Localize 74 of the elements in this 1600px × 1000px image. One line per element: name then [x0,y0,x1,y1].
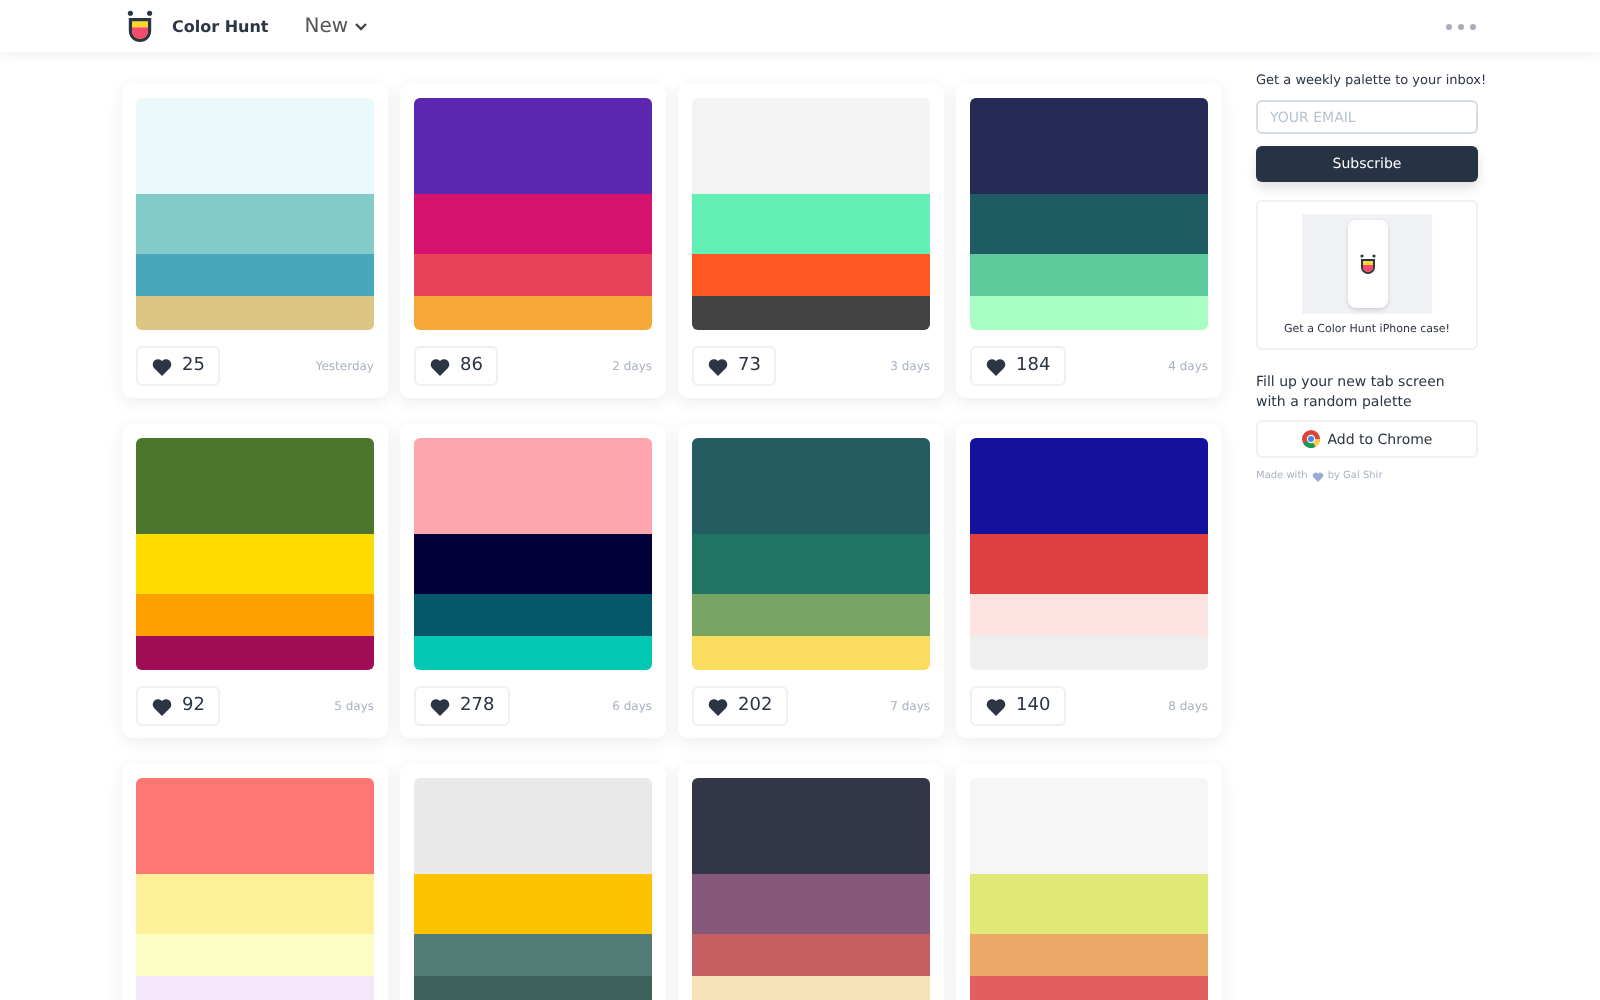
color-swatch[interactable] [136,296,374,330]
heart-icon [430,357,450,375]
color-swatch[interactable] [970,98,1208,194]
like-button[interactable]: 202 [692,686,789,726]
color-swatch[interactable] [136,594,374,636]
color-swatch[interactable] [136,98,374,194]
color-swatch[interactable] [136,636,374,670]
brand-name[interactable]: Color Hunt [172,17,269,35]
color-swatch[interactable] [692,778,930,874]
logo-icon [1357,254,1377,274]
palette-card[interactable] [678,764,944,1000]
color-swatch[interactable] [136,438,374,534]
like-button[interactable]: 92 [136,686,221,726]
color-swatch[interactable] [136,254,374,296]
color-swatch[interactable] [414,98,652,194]
color-swatch[interactable] [970,296,1208,330]
like-button[interactable]: 73 [692,346,777,386]
like-button[interactable]: 86 [414,346,499,386]
color-swatch[interactable] [970,874,1208,934]
like-button[interactable]: 140 [970,686,1067,726]
heart-icon [430,697,450,715]
color-swatch[interactable] [692,874,930,934]
chrome-icon [1301,430,1320,449]
like-button[interactable]: 184 [970,346,1067,386]
color-swatch[interactable] [692,98,930,194]
color-swatch[interactable] [414,874,652,934]
color-swatch[interactable] [970,534,1208,594]
color-swatch[interactable] [414,778,652,874]
heart-icon [986,697,1006,715]
color-swatch[interactable] [136,976,374,1000]
color-swatch[interactable] [414,934,652,976]
color-swatch[interactable] [136,934,374,976]
heart-icon [152,357,172,375]
more-icon[interactable] [1446,23,1476,29]
color-swatch[interactable] [414,194,652,254]
color-swatch[interactable] [692,438,930,534]
palette-card[interactable] [400,764,666,1000]
color-swatch[interactable] [136,778,374,874]
color-swatch[interactable] [136,194,374,254]
color-swatch[interactable] [970,438,1208,534]
color-swatch[interactable] [692,296,930,330]
color-swatch[interactable] [692,254,930,296]
heart-icon [152,697,172,715]
color-swatch[interactable] [692,194,930,254]
color-swatch[interactable] [692,934,930,976]
like-button[interactable]: 25 [136,346,221,386]
color-swatch[interactable] [136,534,374,594]
color-swatch[interactable] [414,296,652,330]
color-swatch[interactable] [970,636,1208,670]
color-swatch[interactable] [692,594,930,636]
color-swatch[interactable] [692,636,930,670]
color-swatch[interactable] [970,254,1208,296]
color-swatch[interactable] [970,194,1208,254]
logo-icon [124,10,156,42]
color-swatch[interactable] [970,934,1208,976]
new-dropdown[interactable]: New [304,15,369,37]
color-swatch[interactable] [136,874,374,934]
color-swatch[interactable] [414,594,652,636]
color-swatch[interactable] [970,976,1208,1000]
color-swatch[interactable] [414,534,652,594]
color-swatch[interactable] [414,254,652,296]
color-swatch[interactable] [414,438,652,534]
color-swatch[interactable] [414,976,652,1000]
heart-icon [708,357,728,375]
color-swatch[interactable] [692,976,930,1000]
color-swatch[interactable] [414,636,652,670]
heart-icon [708,697,728,715]
color-swatch[interactable] [970,778,1208,874]
color-swatch[interactable] [970,594,1208,636]
chevron-icon [354,21,369,31]
color-swatch[interactable] [692,534,930,594]
heart-icon [986,357,1006,375]
like-button[interactable]: 278 [414,686,511,726]
heart-icon [1311,471,1324,482]
